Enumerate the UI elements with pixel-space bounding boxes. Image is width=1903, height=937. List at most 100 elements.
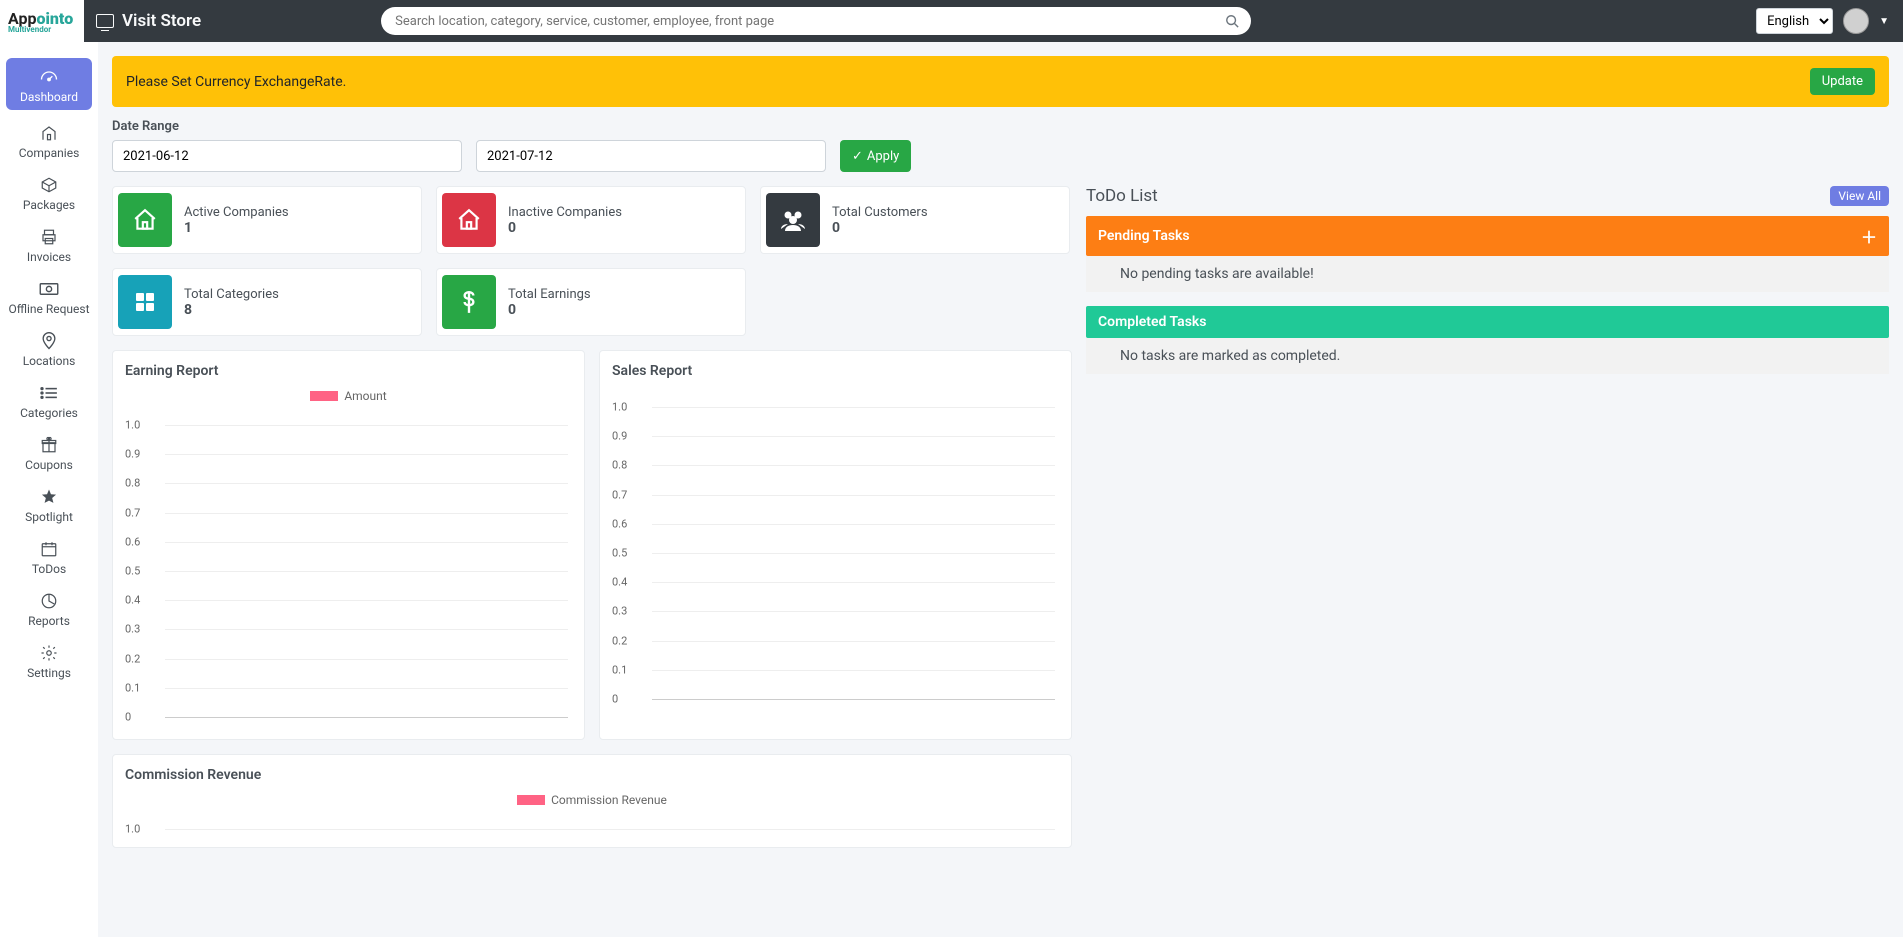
sidebar-label: Companies: [19, 146, 80, 160]
y-tick: 0.7: [612, 488, 627, 501]
sidebar-item-packages[interactable]: Packages: [0, 166, 98, 218]
chevron-down-icon[interactable]: ▼: [1879, 16, 1889, 27]
main-content: Please Set Currency ExchangeRate. Update…: [98, 42, 1903, 876]
currency-alert: Please Set Currency ExchangeRate. Update: [112, 56, 1889, 107]
y-tick: 0.9: [612, 430, 627, 443]
sidebar-label: ToDos: [32, 562, 66, 576]
y-tick: 1.0: [125, 823, 140, 836]
view-all-button[interactable]: View All: [1830, 186, 1889, 206]
y-tick: 0.8: [125, 477, 140, 490]
legend-swatch-icon: [310, 391, 338, 401]
pending-tasks-title: Pending Tasks: [1098, 228, 1190, 244]
sidebar-item-spotlight[interactable]: Spotlight: [0, 478, 98, 530]
sidebar: Dashboard Companies Packages Invoices Offlin…: [0, 42, 98, 937]
sidebar-item-dashboard[interactable]: Dashboard: [6, 58, 92, 110]
sidebar-label: Packages: [23, 198, 75, 212]
earning-report-title: Earning Report: [125, 363, 572, 379]
y-tick: 0.5: [612, 547, 627, 560]
sidebar-label: Offline Request: [8, 302, 89, 316]
visit-store-link[interactable]: Visit Store: [96, 11, 201, 31]
stat-label: Total Earnings: [508, 287, 591, 302]
todo-title: ToDo List: [1086, 186, 1158, 206]
y-tick: 0.7: [125, 506, 140, 519]
dollar-icon: [442, 275, 496, 329]
sidebar-item-coupons[interactable]: Coupons: [0, 426, 98, 478]
sidebar-item-invoices[interactable]: Invoices: [0, 218, 98, 270]
stat-total-earnings: Total Earnings0: [436, 268, 746, 336]
gift-icon: [39, 434, 59, 456]
sidebar-label: Settings: [27, 666, 71, 680]
home-icon: [118, 193, 172, 247]
plus-icon[interactable]: ＋: [1861, 224, 1877, 248]
pin-icon: [39, 330, 59, 352]
sidebar-label: Dashboard: [20, 90, 78, 104]
search-input[interactable]: [381, 7, 1251, 35]
sidebar-label: Categories: [20, 406, 78, 420]
commission-legend-label: Commission Revenue: [551, 793, 667, 807]
stat-inactive-companies: Inactive Companies0: [436, 186, 746, 254]
stat-value: 0: [832, 220, 928, 236]
apply-button[interactable]: ✓ Apply: [840, 140, 911, 172]
date-range-row: ✓ Apply: [112, 140, 1889, 172]
sales-report-title: Sales Report: [612, 363, 1059, 379]
y-tick: 0: [612, 693, 618, 706]
y-tick: 0.9: [125, 448, 140, 461]
sidebar-item-settings[interactable]: Settings: [0, 634, 98, 686]
avatar[interactable]: [1843, 8, 1869, 34]
calendar-icon: [40, 538, 58, 560]
y-tick: 0.3: [125, 623, 140, 636]
building-icon: [39, 122, 59, 144]
earning-report-card: Earning Report Amount 00.10.20.30.40.50.…: [112, 350, 585, 740]
sidebar-item-todos[interactable]: ToDos: [0, 530, 98, 582]
y-tick: 0.2: [612, 634, 627, 647]
y-tick: 0.6: [125, 535, 140, 548]
completed-tasks-body: No tasks are marked as completed.: [1086, 338, 1889, 374]
y-tick: 0.1: [612, 663, 627, 676]
check-icon: ✓: [852, 149, 863, 164]
stat-label: Total Categories: [184, 287, 279, 302]
stat-value: 0: [508, 302, 591, 318]
stat-active-companies: Active Companies1: [112, 186, 422, 254]
update-button[interactable]: Update: [1810, 68, 1875, 95]
todo-panel: ToDo List View All Pending Tasks ＋ No pe…: [1086, 186, 1889, 388]
home-icon: [442, 193, 496, 247]
completed-tasks-title: Completed Tasks: [1098, 314, 1206, 330]
date-to-input[interactable]: [476, 140, 826, 172]
logo[interactable]: Appointo Multivendor: [0, 0, 84, 42]
earning-legend-label: Amount: [344, 389, 386, 403]
stat-label: Active Companies: [184, 205, 289, 220]
gauge-icon: [39, 66, 59, 88]
grid-icon: [118, 275, 172, 329]
y-tick: 0.2: [125, 652, 140, 665]
y-tick: 1.0: [612, 401, 627, 414]
stat-value: 0: [508, 220, 622, 236]
sidebar-item-locations[interactable]: Locations: [0, 322, 98, 374]
sidebar-item-categories[interactable]: Categories: [0, 374, 98, 426]
y-tick: 0.5: [125, 565, 140, 578]
stat-value: 8: [184, 302, 279, 318]
earning-chart: 00.10.20.30.40.50.60.70.80.91.0: [125, 407, 572, 727]
pending-tasks-header: Pending Tasks ＋: [1086, 216, 1889, 256]
commission-revenue-title: Commission Revenue: [125, 767, 1059, 783]
sidebar-item-offline-request[interactable]: Offline Request: [0, 270, 98, 322]
cash-icon: [38, 278, 60, 300]
print-icon: [39, 226, 59, 248]
stat-total-categories: Total Categories8: [112, 268, 422, 336]
commission-revenue-card: Commission Revenue Commission Revenue 1.…: [112, 754, 1072, 848]
y-tick: 0.4: [125, 594, 140, 607]
sidebar-label: Coupons: [25, 458, 73, 472]
search-icon[interactable]: [1225, 14, 1239, 28]
box-icon: [39, 174, 59, 196]
date-from-input[interactable]: [112, 140, 462, 172]
stat-value: 1: [184, 220, 289, 236]
apply-label: Apply: [867, 149, 899, 164]
alert-message: Please Set Currency ExchangeRate.: [126, 74, 346, 90]
sidebar-item-companies[interactable]: Companies: [0, 114, 98, 166]
stats-grid: Active Companies1Inactive Companies0Tota…: [112, 186, 1072, 336]
y-tick: 0.1: [125, 681, 140, 694]
sidebar-item-reports[interactable]: Reports: [0, 582, 98, 634]
legend-swatch-icon: [517, 795, 545, 805]
global-search: [381, 7, 1251, 35]
language-select[interactable]: English: [1756, 8, 1833, 34]
sidebar-label: Invoices: [27, 250, 71, 264]
